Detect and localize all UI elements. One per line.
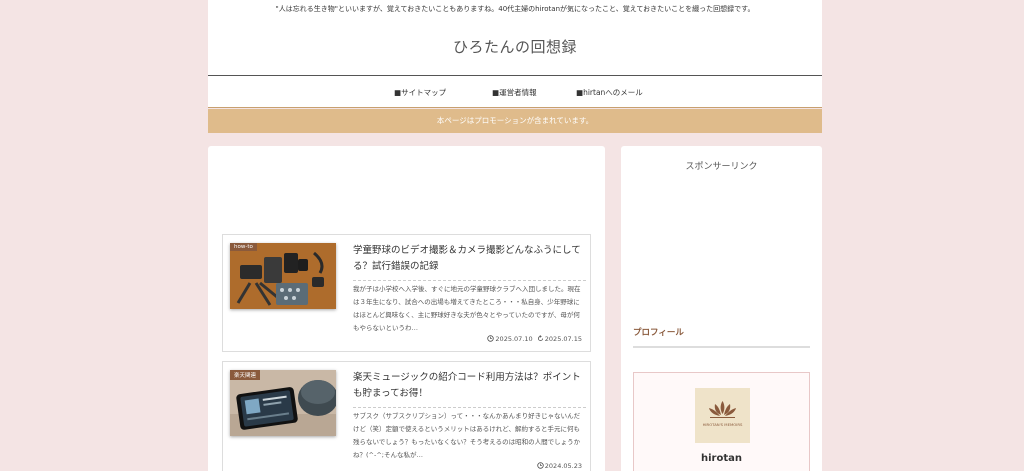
published-date: 2025.07.10 xyxy=(495,335,533,343)
post-excerpt: サブスク（サブスクリプション）って・・・なんかあんまり好きじゃないんだけど（笑）… xyxy=(353,412,581,459)
post-thumbnail[interactable]: how-to xyxy=(230,243,336,309)
main-content: how-to 学童野球のビデオ撮影＆カメラ撮影どんなふうにしてる？試行錯誤の記録 xyxy=(208,146,605,471)
profile-heading: プロフィール xyxy=(633,326,810,348)
profile-box: HIROTAN'S MEMOIRS hirotan xyxy=(633,372,810,471)
site-header: "人は忘れる生き物"といいますが、覚えておきたいこともありますね。40代主婦のh… xyxy=(208,0,822,76)
sponsor-heading: スポンサーリンク xyxy=(685,162,758,172)
post-title[interactable]: 楽天ミュージックの紹介コード利用方法は？ポイントも貯まってお得！ xyxy=(353,370,586,408)
post-excerpt: 我が子は小学校へ入学後、すぐに地元の学童野球クラブへ入団しました。現在は３年生に… xyxy=(353,285,581,332)
nav-item-operator-info[interactable]: ■運営者情報 xyxy=(492,87,537,98)
sidebar: スポンサーリンク プロフィール HIROTAN'S MEMOIRS hirota… xyxy=(621,146,822,471)
nav-item-sitemap[interactable]: ■サイトマップ xyxy=(394,87,446,98)
category-badge: 楽天関連 xyxy=(230,370,261,380)
logo-text: HIROTAN'S MEMOIRS xyxy=(702,422,743,427)
profile-name: hirotan xyxy=(701,453,742,464)
site-tagline: "人は忘れる生き物"といいますが、覚えておきたいこともありますね。40代主婦のh… xyxy=(275,5,755,13)
clock-icon xyxy=(487,335,495,342)
post-card[interactable]: 楽天関連 楽天ミュージックの紹介コード利用方法は？ポイントも貯まってお得！ サブ… xyxy=(222,361,591,471)
global-nav: ■サイトマップ ■運営者情報 ■hirtanへのメール xyxy=(208,76,822,108)
refresh-icon xyxy=(537,335,543,342)
clock-icon xyxy=(537,462,544,469)
post-title[interactable]: 学童野球のビデオ撮影＆カメラ撮影どんなふうにしてる？試行錯誤の記録 xyxy=(353,243,586,281)
category-badge: how-to xyxy=(230,243,257,251)
lotus-icon xyxy=(709,401,736,418)
post-card[interactable]: how-to 学童野球のビデオ撮影＆カメラ撮影どんなふうにしてる？試行錯誤の記録 xyxy=(222,234,591,352)
post-dates: 2024.05.23 xyxy=(537,462,582,470)
nav-item-contact[interactable]: ■hirtanへのメール xyxy=(576,87,643,98)
promotion-notice: 本ページはプロモーションが含まれています。 xyxy=(208,109,822,133)
post-thumbnail[interactable]: 楽天関連 xyxy=(230,370,336,436)
site-title[interactable]: ひろたんの回想録 xyxy=(208,36,822,57)
published-date: 2024.05.23 xyxy=(544,462,582,470)
post-dates: 2025.07.10 2025.07.15 xyxy=(487,335,582,343)
profile-logo[interactable]: HIROTAN'S MEMOIRS xyxy=(695,388,750,443)
camera-gear-image xyxy=(230,243,336,309)
updated-date: 2025.07.15 xyxy=(544,335,582,343)
